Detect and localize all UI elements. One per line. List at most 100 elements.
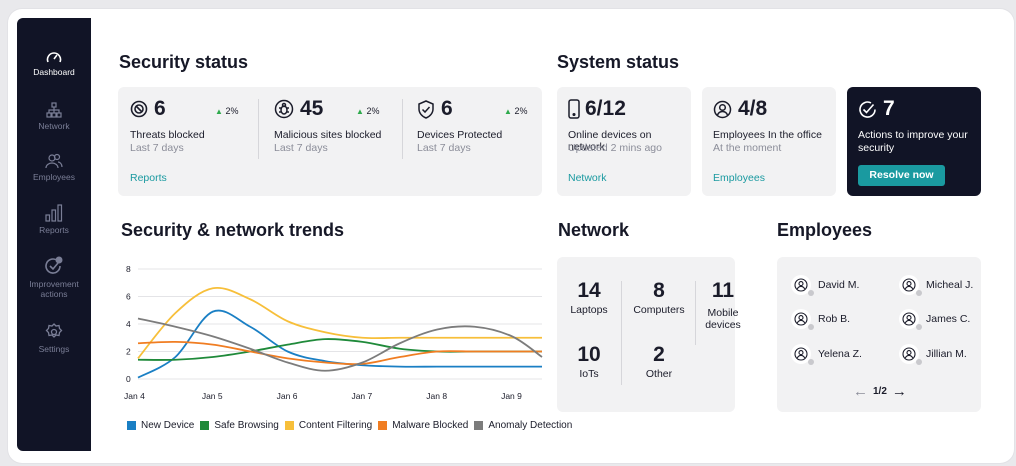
online-devices-card: 6/12 Online devices on network Updated 2…: [557, 87, 691, 196]
legend-label: Anomaly Detection: [488, 420, 573, 431]
presence-dot: [916, 324, 922, 330]
presence-dot: [808, 324, 814, 330]
employees-office-card: 4/8 Employees In the office At the momen…: [702, 87, 836, 196]
employee-item[interactable]: Jillian M.: [899, 344, 967, 365]
network-value: 14: [577, 279, 601, 302]
stat-sub: Updated 2 mins ago: [568, 142, 662, 154]
trends-chart: 0 2 4 6 8 Jan 4 Jan 5 Jan 6 Jan 7 Jan 8 Jan 9: [124, 264, 543, 401]
section-title-security-status: Security status: [119, 52, 249, 72]
sidebar-item-settings[interactable]: Settings: [17, 323, 91, 354]
stat-label: Actions to improve your security: [858, 129, 968, 154]
stat-sub: At the moment: [713, 142, 782, 154]
sidebar-item-label: Improvement: [29, 279, 79, 289]
network-label: Laptops: [570, 304, 608, 316]
divider: [402, 99, 403, 159]
check-badge-icon: [45, 256, 63, 274]
x-tick-label: Jan 7: [351, 391, 372, 401]
presence-dot: [916, 290, 922, 296]
employee-name: David M.: [818, 279, 860, 291]
legend-swatch: [127, 421, 136, 430]
sidebar-item-label: Reports: [39, 225, 69, 235]
stat-label: Employees In the office: [713, 129, 822, 141]
x-tick-label: Jan 4: [124, 391, 145, 401]
sidebar: Dashboard Network Employees Reports Impr…: [17, 18, 91, 451]
check-circle-icon: [859, 100, 876, 118]
reports-link[interactable]: Reports: [130, 172, 167, 184]
user-icon: [899, 344, 922, 365]
sidebar-item-dashboard[interactable]: Dashboard: [17, 50, 91, 77]
y-tick-label: 4: [126, 319, 131, 329]
employee-item[interactable]: Rob B.: [791, 309, 851, 330]
sidebar-item-network[interactable]: Network: [17, 102, 91, 131]
section-title-network: Network: [558, 220, 630, 240]
legend-item: Malware Blocked: [378, 420, 468, 431]
section-title-employees: Employees: [777, 220, 873, 240]
legend-swatch: [284, 421, 294, 430]
network-label: IoTs: [579, 368, 599, 380]
x-tick-label: Jan 9: [501, 391, 522, 401]
resolve-now-button[interactable]: Resolve now: [858, 165, 945, 186]
arrow-right-icon[interactable]: →: [892, 383, 907, 400]
user-icon: [899, 275, 922, 296]
employees-link[interactable]: Employees: [713, 172, 765, 184]
sidebar-item-reports[interactable]: Reports: [17, 204, 91, 235]
presence-dot: [808, 290, 814, 296]
sidebar-item-label: Settings: [38, 344, 70, 354]
divider: [695, 281, 696, 345]
stat-value: 6/12: [585, 97, 626, 120]
trend-badge: ▲ 2%: [215, 106, 239, 116]
gear-icon: [45, 323, 63, 338]
stat-sub: Last 7 days: [130, 142, 184, 154]
network-value: 10: [577, 343, 601, 366]
y-tick-label: 0: [126, 374, 131, 384]
sidebar-item-label: Network: [38, 121, 70, 131]
employee-item[interactable]: David M.: [791, 275, 860, 296]
trend-badge: ▲ 2%: [504, 106, 528, 116]
sidebar-item-label: Employees: [32, 172, 76, 182]
network-icon: [46, 102, 62, 118]
section-title-trends: Security & network trends: [121, 220, 345, 240]
x-tick-label: Jan 6: [277, 391, 298, 401]
arrow-left-icon[interactable]: ←: [853, 383, 868, 400]
actions-stat: 7: [858, 97, 895, 121]
presence-dot: [916, 359, 922, 365]
pager: ← 1/2 →: [853, 383, 907, 400]
employee-name: Jillian M.: [926, 348, 967, 360]
bug-icon: [274, 99, 294, 119]
phone-icon: [568, 99, 580, 119]
legend-swatch: [474, 421, 484, 430]
devices-protected-stat: 6: [417, 97, 453, 121]
stat-sub: Last 7 days: [417, 142, 471, 154]
legend-swatch: [378, 421, 388, 430]
user-icon: [791, 275, 814, 296]
stat-label: Devices Protected: [417, 129, 503, 141]
sidebar-item-improvement-actions[interactable]: Improvement actions: [17, 256, 91, 299]
employee-item[interactable]: James C.: [899, 309, 971, 330]
legend-label: Content Filtering: [298, 420, 373, 431]
y-tick-label: 8: [126, 264, 131, 274]
presence-dot: [808, 359, 814, 365]
stat-value: 4/8: [738, 97, 768, 120]
divider: [621, 281, 622, 385]
employees-office-stat: 4/8: [713, 97, 767, 121]
series-line-safe-browsing: [137, 338, 543, 361]
user-icon: [791, 309, 814, 330]
employee-name: Micheal J.: [926, 279, 974, 291]
employee-name: Yelena Z.: [818, 348, 862, 360]
network-card: 14 Laptops 8 Computers 11 Mobile devices…: [557, 257, 741, 412]
network-link[interactable]: Network: [568, 172, 607, 184]
user-circle-icon: [713, 100, 732, 118]
online-devices-stat: 6/12: [568, 97, 626, 121]
sidebar-item-employees[interactable]: Employees: [17, 153, 91, 182]
user-icon: [791, 344, 814, 365]
employee-name: James C.: [926, 313, 971, 325]
employee-item[interactable]: Micheal J.: [899, 275, 974, 296]
employee-name: Rob B.: [818, 313, 851, 325]
employees-card: ← 1/2 → David M. Micheal J. Rob B. James C.…: [777, 257, 981, 412]
malicious-sites-stat: 45: [274, 97, 323, 121]
threats-blocked-stat: 6: [130, 97, 166, 121]
legend-item: Anomaly Detection: [474, 420, 572, 431]
legend-swatch: [200, 421, 210, 430]
employee-item[interactable]: Yelena Z.: [791, 344, 862, 365]
block-icon: [130, 100, 148, 118]
